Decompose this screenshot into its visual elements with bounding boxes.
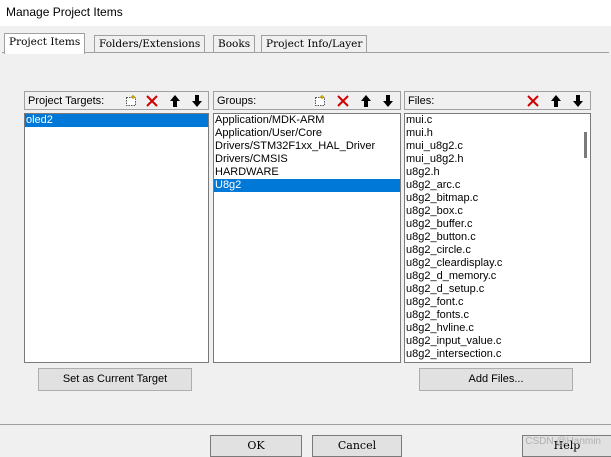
delete-group-icon[interactable] (335, 93, 351, 109)
tab-folders-extensions[interactable]: Folders/Extensions (94, 35, 206, 53)
file-item[interactable]: u8g2_font.c (405, 296, 590, 309)
targets-header: Project Targets: (24, 91, 209, 110)
new-target-icon[interactable] (123, 93, 139, 109)
target-item-oled2[interactable]: oled2 (25, 114, 208, 127)
new-group-icon[interactable] (312, 93, 328, 109)
delete-target-icon[interactable] (144, 93, 160, 109)
groups-label: Groups: (217, 95, 257, 107)
group-item[interactable]: U8g2 (214, 179, 400, 192)
group-item[interactable]: HARDWARE (214, 166, 400, 179)
move-group-up-icon[interactable] (358, 93, 374, 109)
file-item[interactable]: mui_u8g2.h (405, 153, 590, 166)
move-file-down-icon[interactable] (570, 93, 586, 109)
groups-list[interactable]: Application/MDK-ARM Application/User/Cor… (213, 113, 401, 363)
file-item[interactable]: mui.h (405, 127, 590, 140)
group-item[interactable]: Drivers/STM32F1xx_HAL_Driver (214, 140, 400, 153)
project-items-page: Project Targets: oled2 Groups: Applicati… (2, 52, 609, 424)
set-current-target-button[interactable]: Set as Current Target (38, 368, 192, 391)
files-list[interactable]: mui.c mui.h mui_u8g2.c mui_u8g2.h u8g2.h… (404, 113, 591, 363)
file-item[interactable]: u8g2_buffer.c (405, 218, 590, 231)
delete-file-icon[interactable] (525, 93, 541, 109)
file-item[interactable]: u8g2_circle.c (405, 244, 590, 257)
groups-pane: Groups: Application/MDK-ARM Application/… (213, 91, 401, 363)
files-scrollbar[interactable] (580, 114, 590, 362)
title-bar: Manage Project Items (0, 0, 611, 26)
targets-list[interactable]: oled2 (24, 113, 209, 363)
targets-label: Project Targets: (28, 95, 105, 107)
tab-project-items[interactable]: Project Items (4, 33, 86, 54)
ok-button[interactable]: OK (210, 435, 302, 457)
file-item[interactable]: u8g2_d_setup.c (405, 283, 590, 296)
tab-strip: Project Items Folders/Extensions Books P… (0, 33, 611, 54)
watermark: CSDN @Hanmin (525, 436, 601, 447)
files-label: Files: (408, 95, 435, 107)
group-item[interactable]: Application/MDK-ARM (214, 114, 400, 127)
dialog-footer: OK Cancel Help (0, 424, 611, 457)
file-item[interactable]: u8g2_arc.c (405, 179, 590, 192)
groups-header: Groups: (213, 91, 401, 110)
move-target-up-icon[interactable] (167, 93, 183, 109)
files-header: Files: (404, 91, 591, 110)
group-item[interactable]: Application/User/Core (214, 127, 400, 140)
files-scroll-thumb[interactable] (584, 132, 587, 158)
move-target-down-icon[interactable] (189, 93, 205, 109)
cancel-button[interactable]: Cancel (312, 435, 402, 457)
file-item[interactable]: u8g2_hvline.c (405, 322, 590, 335)
file-item[interactable]: u8g2_box.c (405, 205, 590, 218)
add-files-button[interactable]: Add Files... (419, 368, 573, 391)
file-item[interactable]: u8g2_fonts.c (405, 309, 590, 322)
targets-pane: Project Targets: oled2 (24, 91, 209, 363)
file-item[interactable]: u8g2_intersection.c (405, 348, 590, 361)
move-file-up-icon[interactable] (548, 93, 564, 109)
file-item[interactable]: u8g2_input_value.c (405, 335, 590, 348)
file-item[interactable]: u8g2_button.c (405, 231, 590, 244)
file-item[interactable]: mui_u8g2.c (405, 140, 590, 153)
file-item[interactable]: u8g2.h (405, 166, 590, 179)
group-item[interactable]: Drivers/CMSIS (214, 153, 400, 166)
move-group-down-icon[interactable] (380, 93, 396, 109)
tab-project-info-layer[interactable]: Project Info/Layer (261, 35, 368, 53)
window-title: Manage Project Items (6, 5, 123, 19)
file-item[interactable]: mui.c (405, 114, 590, 127)
file-item[interactable]: u8g2_bitmap.c (405, 192, 590, 205)
file-item[interactable]: u8g2_d_memory.c (405, 270, 590, 283)
tab-books[interactable]: Books (213, 35, 256, 53)
files-pane: Files: mui.c mui.h mui_u8g2.c mui_u8g2.h… (404, 91, 591, 363)
file-item[interactable]: u8g2_cleardisplay.c (405, 257, 590, 270)
